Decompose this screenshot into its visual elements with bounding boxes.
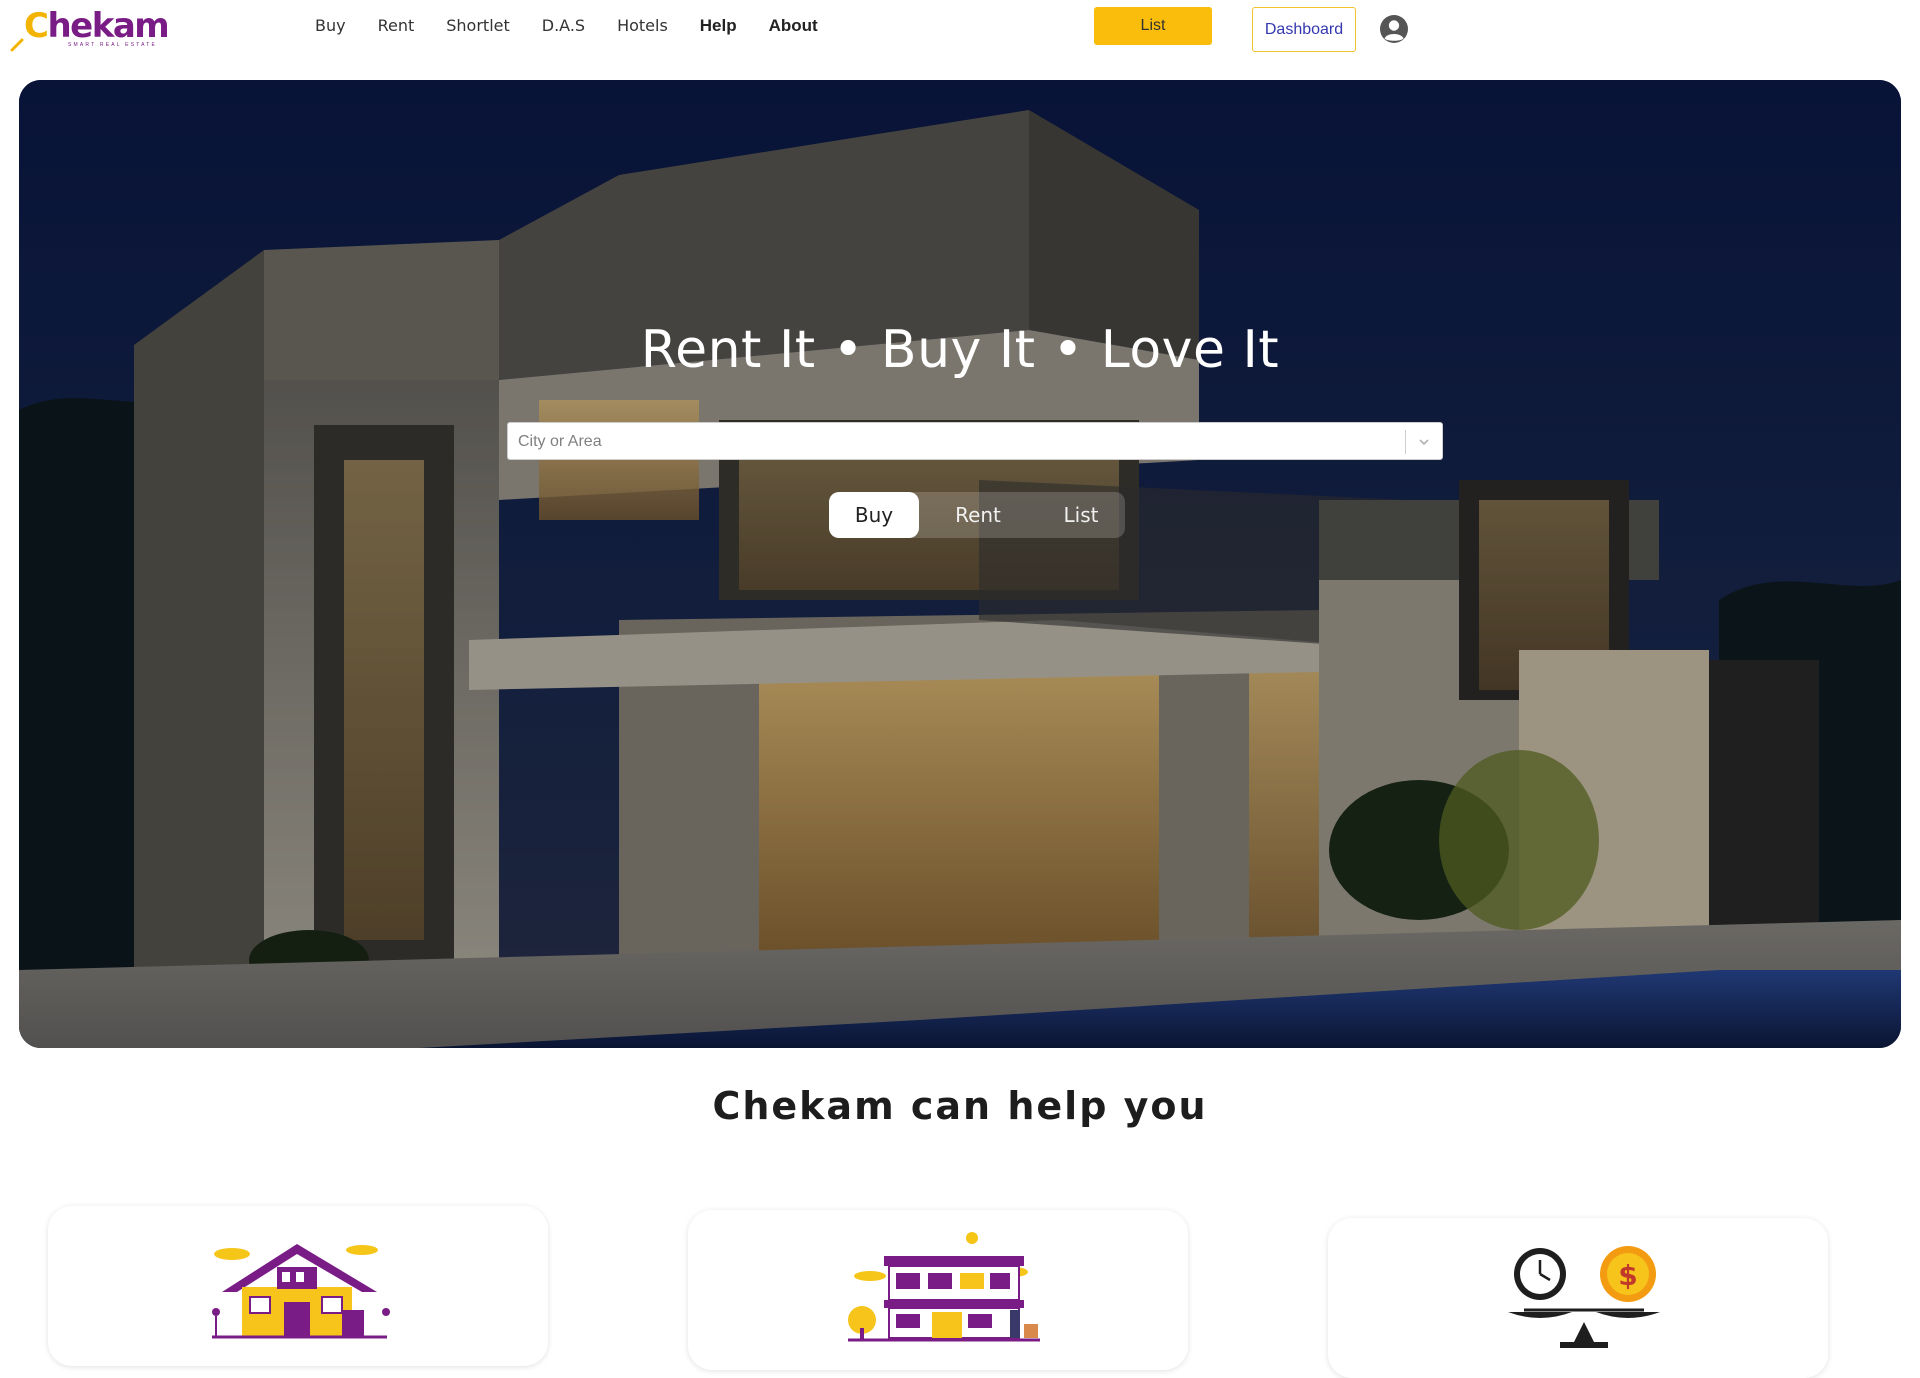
nav-das[interactable]: D.A.S xyxy=(542,16,585,36)
help-section-title: Chekam can help you xyxy=(712,1084,1208,1128)
top-navbar: Chekam SMART REAL ESTATE Buy Rent Shortl… xyxy=(0,0,1920,64)
help-card-buy[interactable] xyxy=(48,1206,548,1366)
chekam-logo[interactable]: Chekam SMART REAL ESTATE xyxy=(10,6,170,52)
nav-shortlet[interactable]: Shortlet xyxy=(446,16,510,36)
help-card-list[interactable]: $ xyxy=(1328,1218,1828,1378)
building-illustration-icon xyxy=(848,1232,1040,1342)
city-area-select[interactable]: City or Area xyxy=(507,422,1443,460)
select-divider xyxy=(1405,430,1406,454)
city-area-placeholder: City or Area xyxy=(518,433,602,450)
main-nav: Buy Rent Shortlet D.A.S Hotels Help Abou… xyxy=(315,16,850,36)
time-money-balance-icon: $ xyxy=(1508,1246,1660,1348)
nav-help[interactable]: Help xyxy=(700,16,737,36)
nav-buy[interactable]: Buy xyxy=(315,16,346,36)
list-button[interactable]: List xyxy=(1094,7,1212,45)
hero-background-image xyxy=(19,80,1901,1048)
dashboard-button[interactable]: Dashboard xyxy=(1252,7,1356,52)
mode-toggle: Buy Rent List xyxy=(829,492,1125,538)
nav-hotels[interactable]: Hotels xyxy=(617,16,668,36)
help-card-rent[interactable] xyxy=(688,1210,1188,1370)
chevron-down-icon[interactable] xyxy=(1414,432,1434,452)
svg-text:$: $ xyxy=(1618,1259,1637,1292)
logo-tagline: SMART REAL ESTATE xyxy=(68,42,158,48)
user-circle-icon[interactable] xyxy=(1379,14,1409,44)
house-illustration-icon xyxy=(212,1244,390,1339)
hero-heading: Rent It • Buy It • Love It xyxy=(640,320,1280,380)
nav-about[interactable]: About xyxy=(769,16,818,36)
logo-wordmark: Chekam xyxy=(24,6,170,46)
nav-rent[interactable]: Rent xyxy=(378,16,415,36)
mode-list-tab[interactable]: List xyxy=(1037,492,1125,538)
mode-buy-tab[interactable]: Buy xyxy=(829,492,919,538)
hero-banner: Rent It • Buy It • Love It City or Area … xyxy=(19,80,1901,1048)
mode-rent-tab[interactable]: Rent xyxy=(919,492,1037,538)
